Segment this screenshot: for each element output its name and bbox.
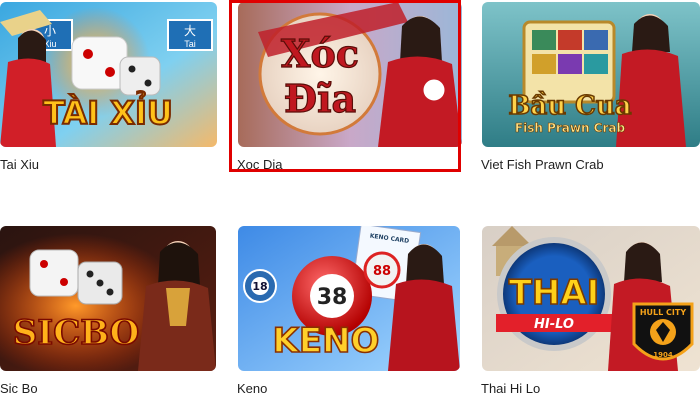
game-label-tai-xiu[interactable]: Tai Xiu bbox=[0, 157, 39, 172]
badge-club-name: HULL CITY bbox=[640, 308, 686, 317]
game-card-thai-hi-lo[interactable]: THAI HI-LO HULL CITY 1904 bbox=[482, 226, 700, 371]
ball-18-number: 18 bbox=[252, 280, 267, 293]
tai-sign-char: 大 bbox=[184, 24, 196, 38]
game-card-bau-cua[interactable]: Bầu Cua Fish Prawn Crab bbox=[482, 2, 700, 147]
game-label-thai-hi-lo[interactable]: Thai Hi Lo bbox=[481, 381, 540, 396]
sic-bo-thumbnail: SICBO bbox=[0, 226, 216, 371]
xoc-dia-logo-line1: Xóc bbox=[281, 31, 359, 76]
game-label-keno[interactable]: Keno bbox=[237, 381, 267, 396]
thai-logo: THAI bbox=[509, 273, 600, 313]
bau-cua-logo: Bầu Cua bbox=[508, 91, 631, 121]
ball-38-number: 38 bbox=[317, 285, 348, 310]
tai-xiu-logo: TÀI XỈU bbox=[43, 91, 173, 132]
hi-lo-logo: HI-LO bbox=[534, 317, 574, 332]
game-board-icon bbox=[522, 20, 616, 104]
keno-thumbnail: KENO CARD 18 38 88 KENO bbox=[238, 226, 460, 371]
tai-xiu-thumbnail: 小 Xiu 大 Tai TÀI XỈU bbox=[0, 2, 217, 147]
game-card-keno[interactable]: KENO CARD 18 38 88 KENO bbox=[238, 226, 460, 371]
xoc-dia-thumbnail: Xóc Đĩa bbox=[238, 2, 462, 147]
hull-city-badge-icon: HULL CITY 1904 bbox=[632, 302, 694, 361]
game-card-tai-xiu[interactable]: 小 Xiu 大 Tai TÀI XỈU bbox=[0, 2, 217, 147]
game-label-sic-bo[interactable]: Sic Bo bbox=[0, 381, 38, 396]
game-card-sic-bo[interactable]: SICBO bbox=[0, 226, 216, 371]
game-label-bau-cua[interactable]: Viet Fish Prawn Crab bbox=[481, 157, 604, 172]
bau-cua-thumbnail: Bầu Cua Fish Prawn Crab bbox=[482, 2, 700, 147]
bau-cua-logo-sub: Fish Prawn Crab bbox=[515, 121, 626, 135]
thai-hi-lo-thumbnail: THAI HI-LO HULL CITY 1904 bbox=[482, 226, 700, 371]
game-label-xoc-dia[interactable]: Xoc Dia bbox=[237, 157, 283, 172]
tai-sign-text: Tai bbox=[184, 39, 196, 49]
ball-88-number: 88 bbox=[373, 264, 391, 279]
keno-logo: KENO bbox=[273, 321, 380, 361]
sic-bo-logo: SICBO bbox=[13, 313, 140, 353]
badge-year: 1904 bbox=[653, 351, 673, 359]
xiu-sign-char: 小 bbox=[44, 24, 56, 38]
game-card-xoc-dia[interactable]: Xóc Đĩa bbox=[238, 2, 462, 147]
xoc-dia-logo-line2: Đĩa bbox=[284, 76, 356, 121]
